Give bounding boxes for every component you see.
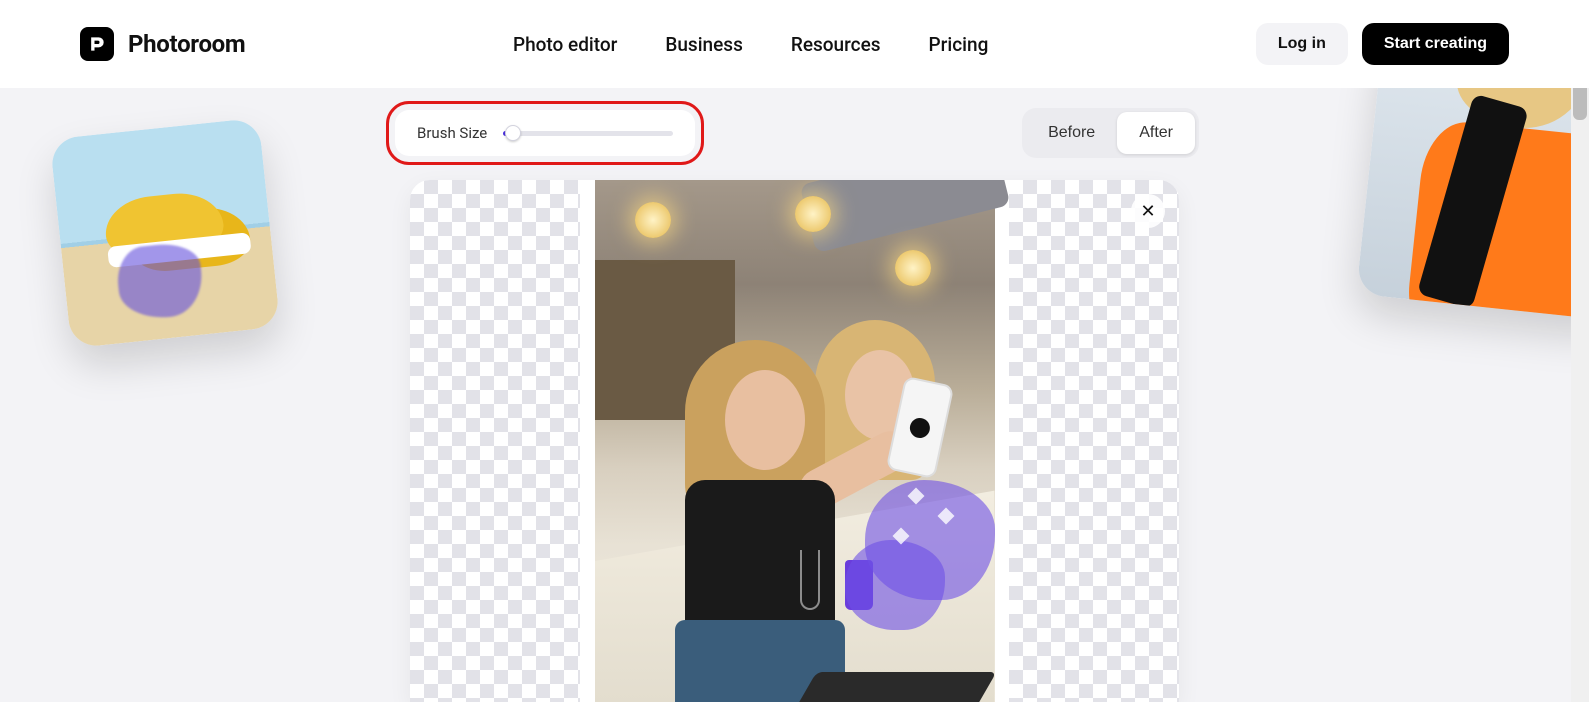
page-body: Brush Size Before After <box>0 88 1589 702</box>
editor-canvas: ✕ <box>410 180 1179 702</box>
close-button[interactable]: ✕ <box>1131 194 1165 228</box>
canvas-image[interactable] <box>595 180 995 702</box>
brand-logo-icon <box>80 27 114 61</box>
brush-size-slider[interactable] <box>503 125 673 141</box>
close-icon: ✕ <box>1140 201 1155 222</box>
login-button[interactable]: Log in <box>1256 23 1348 65</box>
slider-thumb[interactable] <box>505 125 521 141</box>
nav-item-business[interactable]: Business <box>665 33 743 56</box>
nav-item-resources[interactable]: Resources <box>791 33 881 56</box>
transparency-checker-left <box>410 180 580 702</box>
brand-name: Photoroom <box>128 30 245 58</box>
nav-item-photo-editor[interactable]: Photo editor <box>513 33 617 56</box>
toggle-before[interactable]: Before <box>1026 112 1117 154</box>
slider-track <box>503 131 673 136</box>
light-icon <box>895 250 931 286</box>
sample-thumb-left <box>50 118 281 349</box>
header-actions: Log in Start creating <box>1256 23 1509 65</box>
light-icon <box>635 202 671 238</box>
site-header: Photoroom Photo editor Business Resource… <box>0 0 1589 88</box>
editor-controls: Brush Size Before After <box>395 108 1199 158</box>
brush-size-label: Brush Size <box>417 124 487 142</box>
light-icon <box>795 196 831 232</box>
vertical-scrollbar[interactable] <box>1571 0 1589 702</box>
erase-overlay-icon <box>845 540 945 630</box>
brand[interactable]: Photoroom <box>80 27 245 61</box>
start-creating-button[interactable]: Start creating <box>1362 23 1509 65</box>
sample-thumb-right <box>1356 88 1589 321</box>
brush-size-control: Brush Size <box>395 110 695 156</box>
toggle-after[interactable]: After <box>1117 112 1195 154</box>
before-after-toggle: Before After <box>1022 108 1199 158</box>
primary-nav: Photo editor Business Resources Pricing <box>513 33 988 56</box>
nav-item-pricing[interactable]: Pricing <box>929 33 989 56</box>
transparency-checker-right <box>1009 180 1179 702</box>
